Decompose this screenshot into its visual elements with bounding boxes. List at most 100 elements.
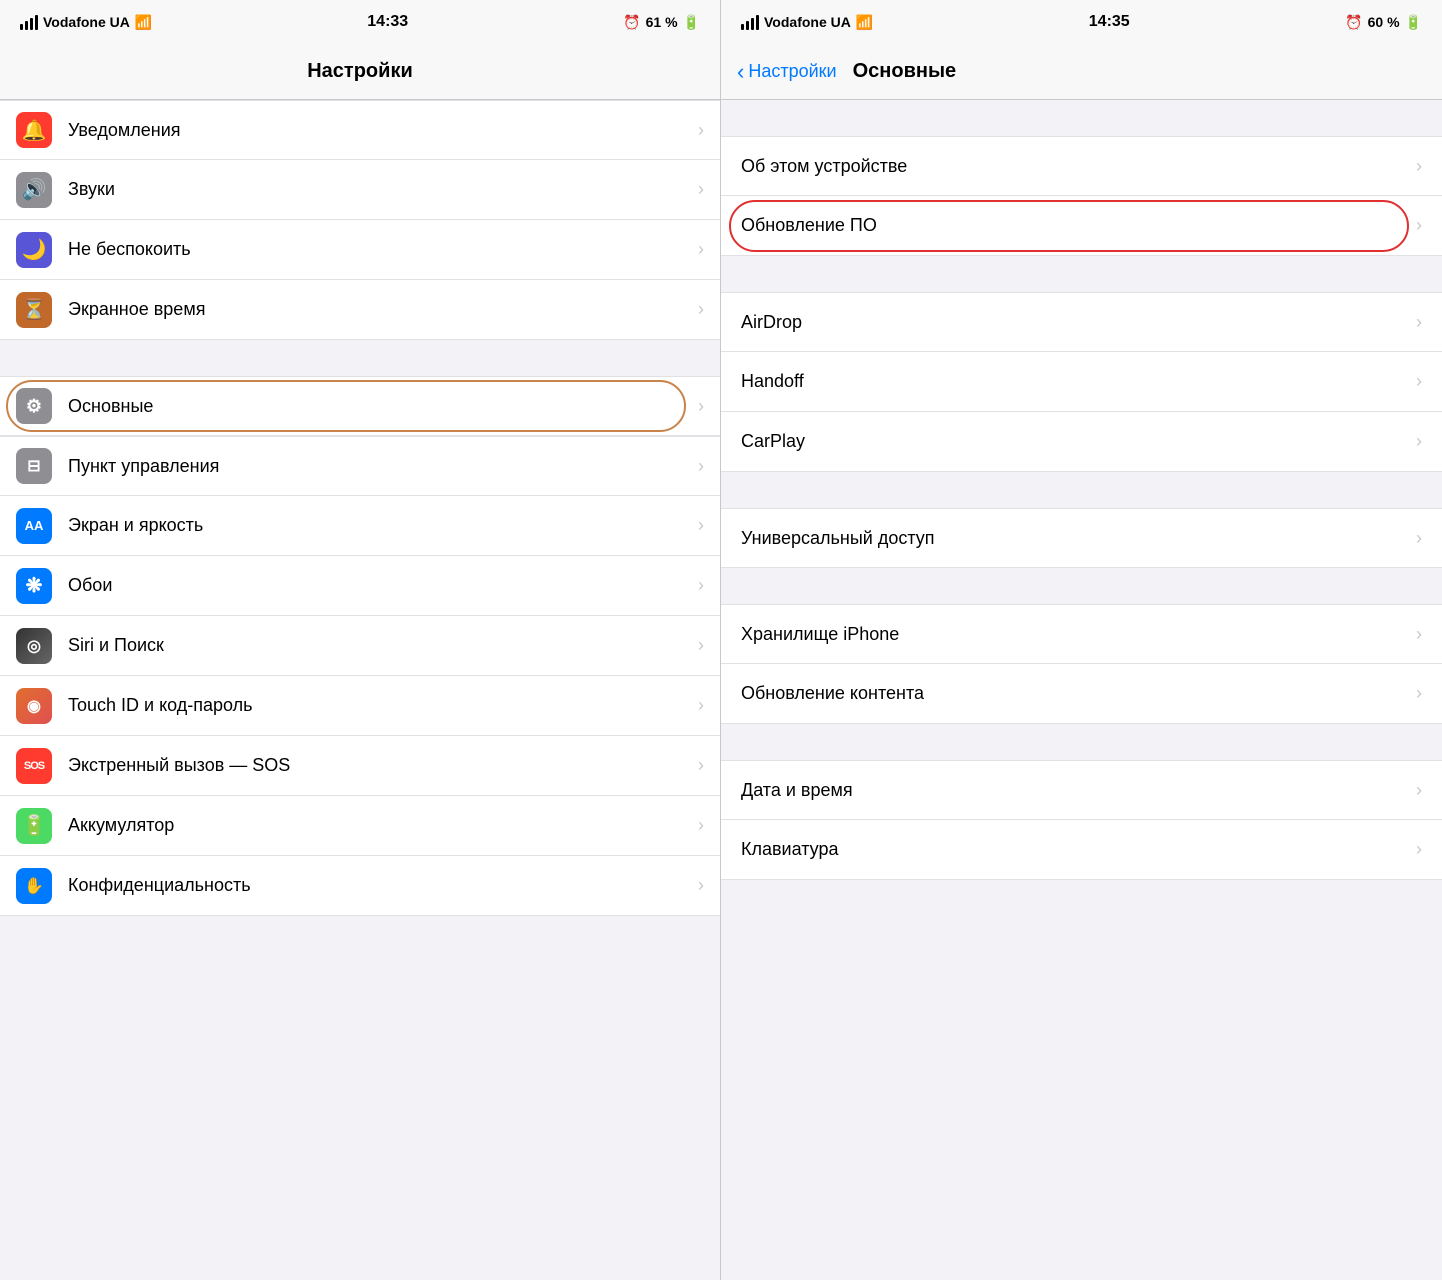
software-update-label: Обновление ПО xyxy=(741,215,1416,236)
left-settings-list: 🔔 Уведомления › 🔊 Звуки › 🌙 Не беспокоит… xyxy=(0,100,720,1280)
left-section-3: ⊟ Пункт управления › AA Экран и яркость … xyxy=(0,436,720,916)
privacy-chevron: › xyxy=(698,875,704,896)
controlcenter-chevron: › xyxy=(698,456,704,477)
display-chevron: › xyxy=(698,515,704,536)
left-status-left: Vodafone UA 📶 xyxy=(20,14,152,31)
screentime-chevron: › xyxy=(698,299,704,320)
wallpaper-icon: ❋ xyxy=(16,568,52,604)
screentime-icon: ⏳ xyxy=(16,292,52,328)
right-item-background-refresh[interactable]: Обновление контента › xyxy=(721,664,1442,724)
wifi-icon: 📶 xyxy=(135,14,152,31)
accessibility-label: Универсальный доступ xyxy=(741,528,1416,549)
handoff-chevron: › xyxy=(1416,371,1422,392)
back-button[interactable]: ‹ Настройки xyxy=(737,59,837,85)
carplay-label: CarPlay xyxy=(741,431,1416,452)
right-divider-1 xyxy=(721,256,1442,292)
settings-item-general[interactable]: ⚙ Основные › xyxy=(0,376,720,436)
right-settings-list: Об этом устройстве › Обновление ПО › Air… xyxy=(721,100,1442,1280)
notifications-chevron: › xyxy=(698,120,704,141)
background-refresh-label: Обновление контента xyxy=(741,683,1416,704)
settings-item-sounds[interactable]: 🔊 Звуки › xyxy=(0,160,720,220)
battery-percent-left: 61 % xyxy=(646,14,678,30)
settings-item-notifications[interactable]: 🔔 Уведомления › xyxy=(0,100,720,160)
settings-item-sos[interactable]: SOS Экстренный вызов — SOS › xyxy=(0,736,720,796)
left-status-right: ⏰ 61 % 🔋 xyxy=(623,14,700,31)
right-item-keyboard[interactable]: Клавиатура › xyxy=(721,820,1442,880)
right-status-left: Vodafone UA 📶 xyxy=(741,14,873,31)
handoff-label: Handoff xyxy=(741,371,1416,392)
wallpaper-label: Обои xyxy=(68,575,698,596)
back-label: Настройки xyxy=(748,61,836,82)
donotdisturb-chevron: › xyxy=(698,239,704,260)
right-divider-4 xyxy=(721,724,1442,760)
right-phone-panel: Vodafone UA 📶 14:35 ⏰ 60 % 🔋 ‹ Настройки… xyxy=(721,0,1442,1280)
right-item-datetime[interactable]: Дата и время › xyxy=(721,760,1442,820)
settings-item-display[interactable]: AA Экран и яркость › xyxy=(0,496,720,556)
left-divider-1 xyxy=(0,340,720,376)
settings-item-touchid[interactable]: ◉ Touch ID и код-пароль › xyxy=(0,676,720,736)
right-section-3: Универсальный доступ › xyxy=(721,508,1442,568)
software-update-chevron: › xyxy=(1416,215,1422,236)
right-item-airdrop[interactable]: AirDrop › xyxy=(721,292,1442,352)
battery-icon: 🔋 xyxy=(16,808,52,844)
controlcenter-icon: ⊟ xyxy=(16,448,52,484)
sos-label: Экстренный вызов — SOS xyxy=(68,755,698,776)
airdrop-chevron: › xyxy=(1416,312,1422,333)
donotdisturb-label: Не беспокоить xyxy=(68,239,698,260)
battery-chevron: › xyxy=(698,815,704,836)
settings-item-controlcenter[interactable]: ⊟ Пункт управления › xyxy=(0,436,720,496)
sounds-chevron: › xyxy=(698,179,704,200)
right-section-1: Об этом устройстве › Обновление ПО › xyxy=(721,136,1442,256)
time-right: 14:35 xyxy=(1089,13,1130,31)
settings-item-battery[interactable]: 🔋 Аккумулятор › xyxy=(0,796,720,856)
about-label: Об этом устройстве xyxy=(741,156,1416,177)
settings-item-wallpaper[interactable]: ❋ Обои › xyxy=(0,556,720,616)
siri-label: Siri и Поиск xyxy=(68,635,698,656)
carplay-chevron: › xyxy=(1416,431,1422,452)
datetime-label: Дата и время xyxy=(741,780,1416,801)
touchid-label: Touch ID и код-пароль xyxy=(68,695,698,716)
settings-item-donotdisturb[interactable]: 🌙 Не беспокоить › xyxy=(0,220,720,280)
time-left: 14:33 xyxy=(367,13,408,31)
right-signal-icon xyxy=(741,15,759,30)
touchid-icon: ◉ xyxy=(16,688,52,724)
left-section-2: ⚙ Основные › xyxy=(0,376,720,436)
right-item-carplay[interactable]: CarPlay › xyxy=(721,412,1442,472)
battery-icon-left: 🔋 xyxy=(683,14,700,31)
right-section-5: Дата и время › Клавиатура › xyxy=(721,760,1442,880)
left-phone-panel: Vodafone UA 📶 14:33 ⏰ 61 % 🔋 Настройки 🔔… xyxy=(0,0,721,1280)
notifications-icon: 🔔 xyxy=(16,112,52,148)
left-status-bar: Vodafone UA 📶 14:33 ⏰ 61 % 🔋 xyxy=(0,0,720,44)
left-nav-title: Настройки xyxy=(307,60,413,83)
privacy-label: Конфиденциальность xyxy=(68,875,698,896)
right-section-2: AirDrop › Handoff › CarPlay › xyxy=(721,292,1442,472)
right-battery-icon: 🔋 xyxy=(1405,14,1422,31)
controlcenter-label: Пункт управления xyxy=(68,456,698,477)
back-chevron-icon: ‹ xyxy=(737,59,744,85)
sos-icon: SOS xyxy=(16,748,52,784)
datetime-chevron: › xyxy=(1416,780,1422,801)
right-item-accessibility[interactable]: Универсальный доступ › xyxy=(721,508,1442,568)
storage-chevron: › xyxy=(1416,624,1422,645)
alarm-icon: ⏰ xyxy=(623,14,640,31)
settings-item-privacy[interactable]: ✋ Конфиденциальность › xyxy=(0,856,720,916)
right-divider-3 xyxy=(721,568,1442,604)
settings-item-screentime[interactable]: ⏳ Экранное время › xyxy=(0,280,720,340)
donotdisturb-icon: 🌙 xyxy=(16,232,52,268)
airdrop-label: AirDrop xyxy=(741,312,1416,333)
left-section-1: 🔔 Уведомления › 🔊 Звуки › 🌙 Не беспокоит… xyxy=(0,100,720,340)
right-item-handoff[interactable]: Handoff › xyxy=(721,352,1442,412)
right-item-software-update[interactable]: Обновление ПО › xyxy=(721,196,1442,256)
touchid-chevron: › xyxy=(698,695,704,716)
storage-label: Хранилище iPhone xyxy=(741,624,1416,645)
settings-item-siri[interactable]: ◎ Siri и Поиск › xyxy=(0,616,720,676)
right-battery-percent: 60 % xyxy=(1368,14,1400,30)
general-chevron: › xyxy=(698,396,704,417)
right-item-storage[interactable]: Хранилище iPhone › xyxy=(721,604,1442,664)
siri-chevron: › xyxy=(698,635,704,656)
right-carrier: Vodafone UA xyxy=(764,14,851,30)
display-label: Экран и яркость xyxy=(68,515,698,536)
right-divider-top xyxy=(721,100,1442,136)
right-item-about[interactable]: Об этом устройстве › xyxy=(721,136,1442,196)
battery-label: Аккумулятор xyxy=(68,815,698,836)
